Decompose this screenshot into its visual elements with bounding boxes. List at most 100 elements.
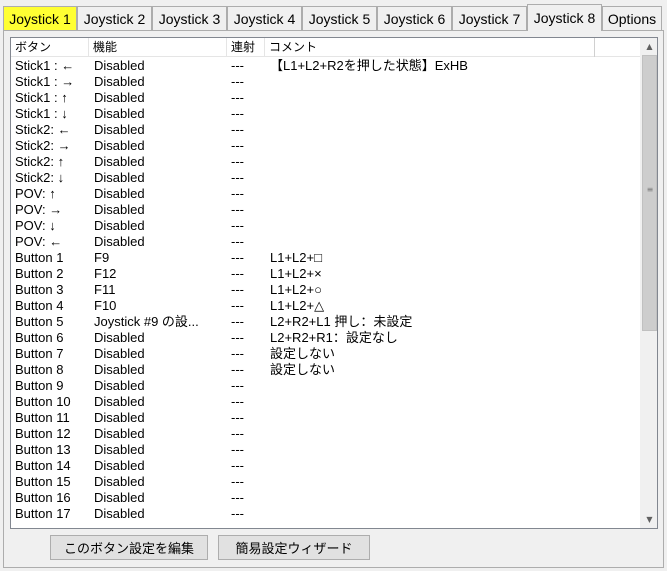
tab-joystick-3[interactable]: Joystick 3 bbox=[152, 6, 227, 30]
table-row[interactable]: Button 11 Disabled --- bbox=[11, 410, 641, 426]
table-row[interactable]: POV: ↓ Disabled --- bbox=[11, 218, 641, 234]
button-cell: Stick2: ↑ bbox=[15, 154, 65, 169]
table-row[interactable]: Button 15 Disabled --- bbox=[11, 474, 641, 490]
rapid-fire-cell: --- bbox=[231, 90, 244, 105]
table-row[interactable]: Button 9 Disabled --- bbox=[11, 378, 641, 394]
rapid-fire-cell: --- bbox=[231, 458, 244, 473]
column-header-rapid[interactable]: 連射 bbox=[227, 38, 265, 57]
grip-icon: ≡ bbox=[646, 185, 654, 194]
tab-joystick-2[interactable]: Joystick 2 bbox=[77, 6, 152, 30]
table-row[interactable]: Button 17 Disabled --- bbox=[11, 506, 641, 522]
button-cell: Button 5 bbox=[15, 314, 64, 329]
scroll-up-arrow-icon[interactable]: ▲ bbox=[641, 38, 657, 55]
table-row[interactable]: Stick2: ↓ Disabled --- bbox=[11, 170, 641, 186]
rapid-fire-cell: --- bbox=[231, 410, 244, 425]
table-row[interactable]: Button 8 Disabled --- 設定しない bbox=[11, 362, 641, 378]
table-row[interactable]: Stick1 : ↓ Disabled --- bbox=[11, 106, 641, 122]
button-cell: Button 8 bbox=[15, 362, 64, 377]
tab-joystick-8[interactable]: Joystick 8 bbox=[527, 4, 602, 31]
rapid-fire-cell: --- bbox=[231, 266, 244, 281]
button-cell: Button 10 bbox=[15, 394, 71, 409]
table-row[interactable]: POV: ← Disabled --- bbox=[11, 234, 641, 250]
comment-cell: L1+L2+△ bbox=[270, 298, 325, 313]
function-cell: Disabled bbox=[94, 346, 145, 361]
table-row[interactable]: Button 16 Disabled --- bbox=[11, 490, 641, 506]
column-header-function[interactable]: 機能 bbox=[89, 38, 227, 57]
function-cell: Joystick #9 の設... bbox=[94, 314, 199, 329]
button-cell: Stick1 : ↓ bbox=[15, 106, 68, 121]
function-cell: F9 bbox=[94, 250, 110, 265]
table-row[interactable]: Stick2: ↑ Disabled --- bbox=[11, 154, 641, 170]
function-cell: Disabled bbox=[94, 90, 145, 105]
rapid-fire-cell: --- bbox=[231, 74, 244, 89]
table-row[interactable]: Stick2: → Disabled --- bbox=[11, 138, 641, 154]
rapid-fire-cell: --- bbox=[231, 218, 244, 233]
function-cell: Disabled bbox=[94, 378, 145, 393]
button-list[interactable]: ボタン 機能 連射 コメント Stick1 : ← Disabled --- 【L1+… bbox=[10, 37, 658, 529]
column-header-comment[interactable]: コメント bbox=[265, 38, 595, 57]
function-cell: Disabled bbox=[94, 458, 145, 473]
button-cell: Stick1 : ← bbox=[15, 58, 75, 73]
table-row[interactable]: Button 7 Disabled --- 設定しない bbox=[11, 346, 641, 362]
tab-joystick-6[interactable]: Joystick 6 bbox=[377, 6, 452, 30]
table-row[interactable]: Button 13 Disabled --- bbox=[11, 442, 641, 458]
button-cell: Button 3 bbox=[15, 282, 64, 297]
button-cell: Button 4 bbox=[15, 298, 64, 313]
table-row[interactable]: Button 10 Disabled --- bbox=[11, 394, 641, 410]
table-row[interactable]: Button 4 F10 --- L1+L2+△ bbox=[11, 298, 641, 314]
table-row[interactable]: Stick1 : → Disabled --- bbox=[11, 74, 641, 90]
tab-joystick-7[interactable]: Joystick 7 bbox=[452, 6, 527, 30]
rapid-fire-cell: --- bbox=[231, 202, 244, 217]
table-row[interactable]: POV: → Disabled --- bbox=[11, 202, 641, 218]
table-row[interactable]: Button 14 Disabled --- bbox=[11, 458, 641, 474]
button-cell: Button 7 bbox=[15, 346, 64, 361]
rapid-fire-cell: --- bbox=[231, 314, 244, 329]
rapid-fire-cell: --- bbox=[231, 106, 244, 121]
function-cell: Disabled bbox=[94, 410, 145, 425]
tab-joystick-5[interactable]: Joystick 5 bbox=[302, 6, 377, 30]
function-cell: F11 bbox=[94, 282, 116, 297]
tab-joystick-1[interactable]: Joystick 1 bbox=[3, 6, 77, 30]
table-row[interactable]: Button 2 F12 --- L1+L2+× bbox=[11, 266, 641, 282]
button-cell: Button 15 bbox=[15, 474, 71, 489]
rapid-fire-cell: --- bbox=[231, 442, 244, 457]
table-row[interactable]: Stick1 : ← Disabled --- 【L1+L2+R2を押した状態】ExH… bbox=[11, 58, 641, 74]
button-cell: Stick1 : → bbox=[15, 74, 75, 89]
rapid-fire-cell: --- bbox=[231, 474, 244, 489]
vertical-scrollbar[interactable]: ▲ ≡ ▼ bbox=[640, 38, 657, 528]
comment-cell: 設定しない bbox=[270, 346, 336, 361]
rapid-fire-cell: --- bbox=[231, 154, 244, 169]
tab-options[interactable]: Options bbox=[602, 6, 662, 30]
rapid-fire-cell: --- bbox=[231, 378, 244, 393]
function-cell: Disabled bbox=[94, 202, 145, 217]
scroll-down-arrow-icon[interactable]: ▼ bbox=[641, 511, 657, 528]
setup-wizard-button[interactable]: 簡易設定ウィザード bbox=[218, 535, 370, 560]
comment-cell: 設定しない bbox=[270, 362, 336, 377]
table-row[interactable]: Stick2: ← Disabled --- bbox=[11, 122, 641, 138]
comment-cell: L1+L2+○ bbox=[270, 282, 322, 297]
table-row[interactable]: Button 5 Joystick #9 の設... --- L2+R2+L1 押し：… bbox=[11, 314, 641, 330]
button-cell: POV: ← bbox=[15, 234, 63, 249]
function-cell: Disabled bbox=[94, 106, 145, 121]
table-row[interactable]: Button 6 Disabled --- L2+R2+R1：設定なし bbox=[11, 330, 641, 346]
column-header-button[interactable]: ボタン bbox=[11, 38, 89, 57]
tab-panel: ボタン 機能 連射 コメント Stick1 : ← Disabled --- 【L1+… bbox=[3, 30, 664, 568]
table-row[interactable]: Stick1 : ↑ Disabled --- bbox=[11, 90, 641, 106]
table-row[interactable]: Button 1 F9 --- L1+L2+□ bbox=[11, 250, 641, 266]
table-row[interactable]: Button 12 Disabled --- bbox=[11, 426, 641, 442]
function-cell: Disabled bbox=[94, 330, 145, 345]
tab-joystick-4[interactable]: Joystick 4 bbox=[227, 6, 302, 30]
rapid-fire-cell: --- bbox=[231, 362, 244, 377]
comment-cell: L2+R2+L1 押し：未設定 bbox=[270, 314, 413, 329]
table-row[interactable]: Button 3 F11 --- L1+L2+○ bbox=[11, 282, 641, 298]
button-cell: Stick2: → bbox=[15, 138, 71, 153]
table-row[interactable]: POV: ↑ Disabled --- bbox=[11, 186, 641, 202]
rapid-fire-cell: --- bbox=[231, 506, 244, 521]
edit-button-settings-button[interactable]: このボタン設定を編集 bbox=[50, 535, 208, 560]
rapid-fire-cell: --- bbox=[231, 186, 244, 201]
comment-cell: L1+L2+× bbox=[270, 266, 322, 281]
scrollbar-thumb[interactable]: ≡ bbox=[642, 55, 657, 331]
function-cell: Disabled bbox=[94, 58, 145, 73]
button-cell: Button 16 bbox=[15, 490, 71, 505]
function-cell: Disabled bbox=[94, 394, 145, 409]
